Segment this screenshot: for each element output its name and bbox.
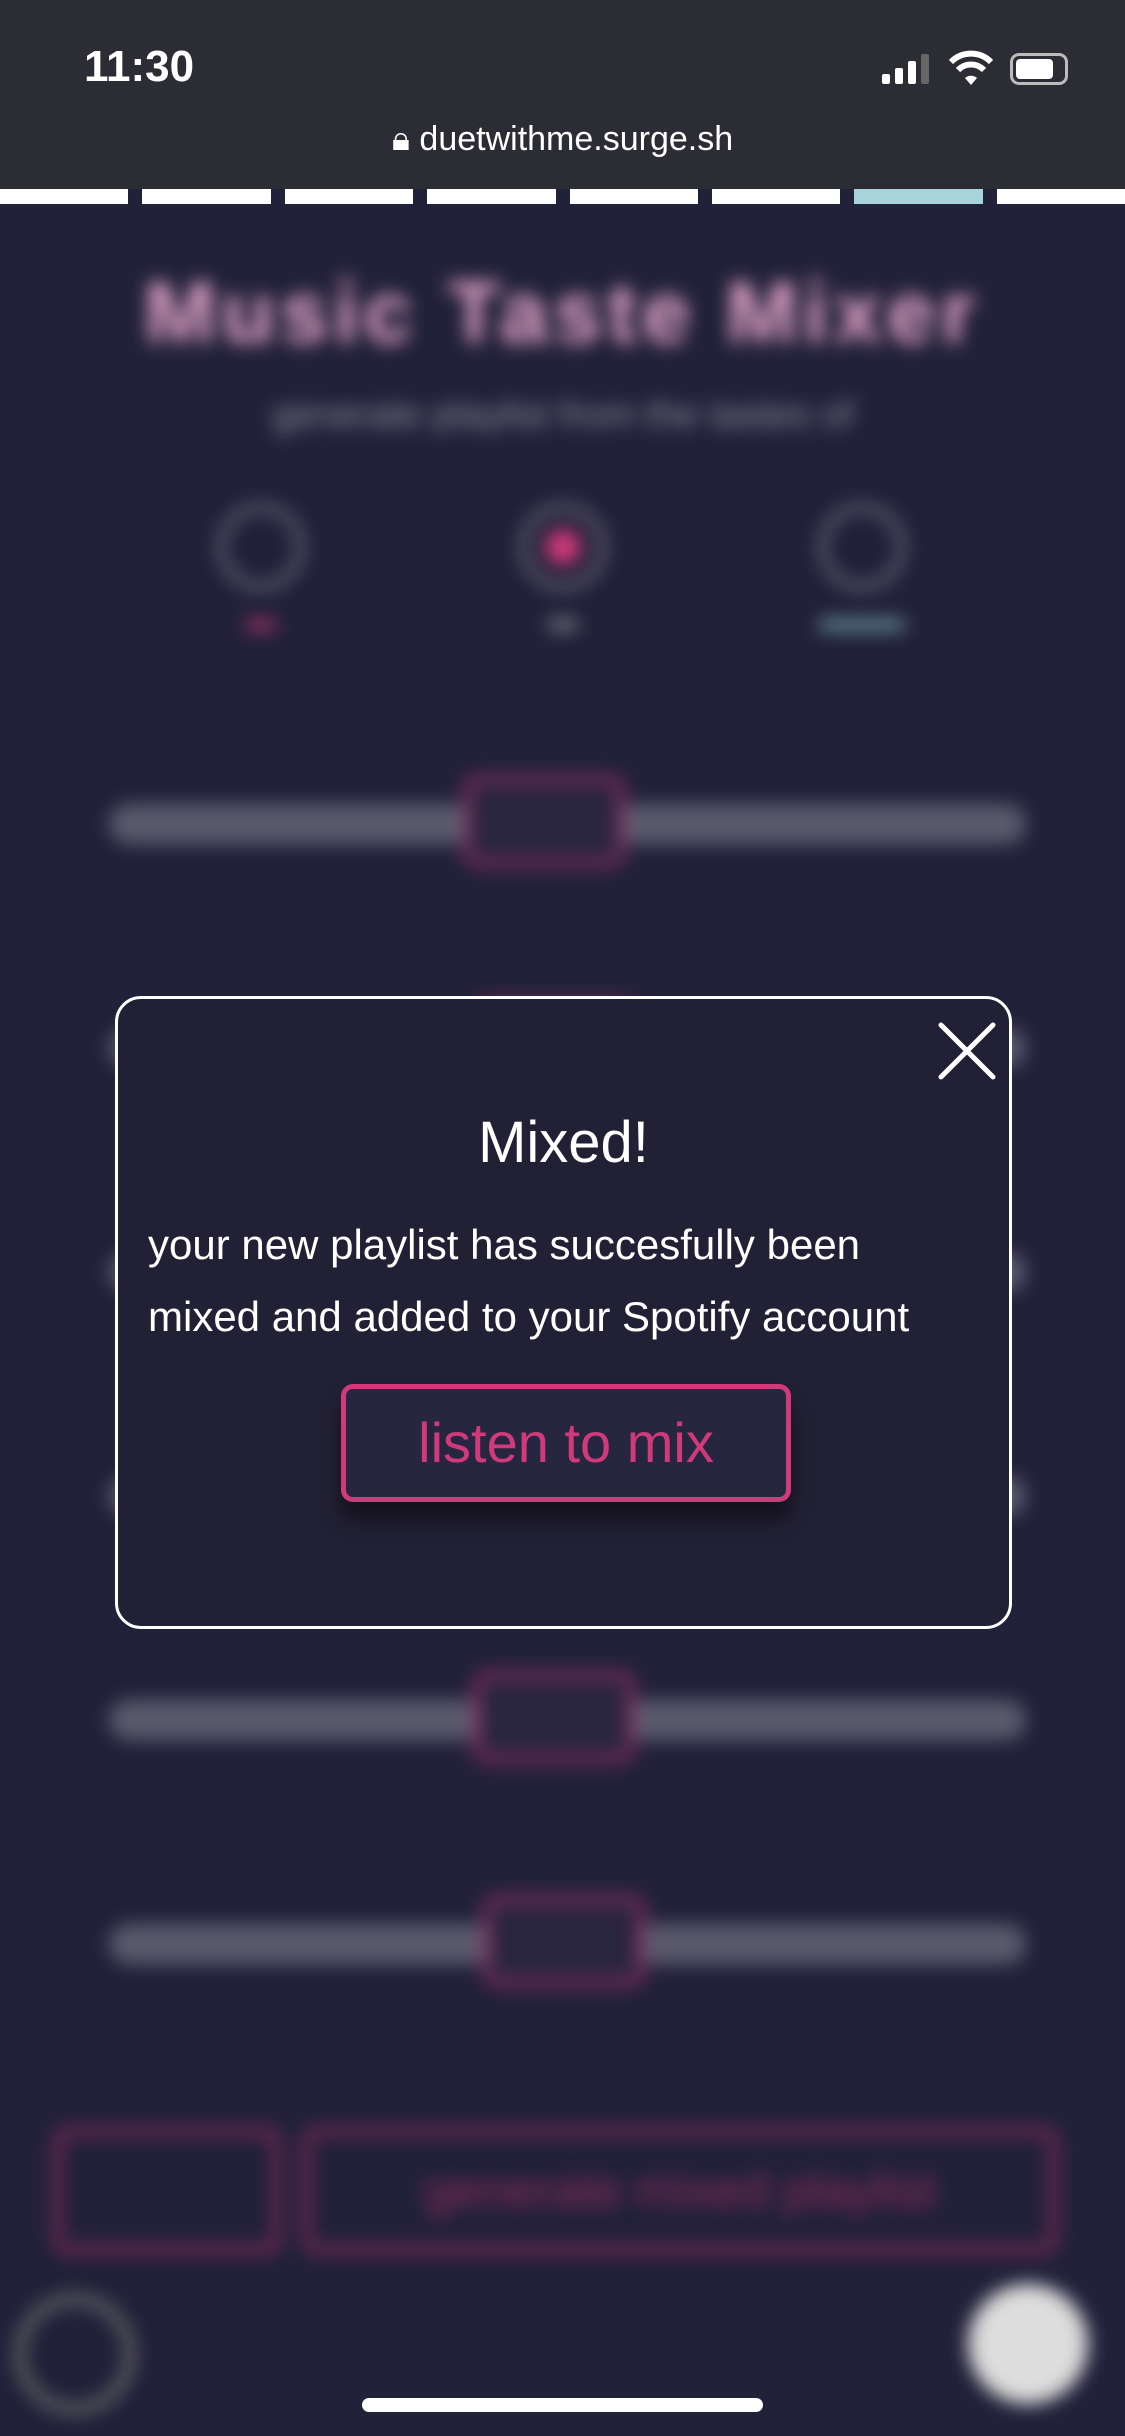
radio-option-3 xyxy=(819,504,905,590)
browser-status-bar: 11:30 🔒︎ duetwithme.surge.sh xyxy=(0,0,1125,189)
progress-segments xyxy=(0,189,1125,204)
listen-to-mix-button[interactable]: listen to mix xyxy=(341,1384,791,1502)
lock-icon: 🔒︎ xyxy=(391,120,410,158)
app-title: Music Taste Mixer xyxy=(144,265,981,361)
wifi-icon xyxy=(948,50,994,85)
cellular-signal-icon xyxy=(882,52,929,84)
radio-option-1 xyxy=(218,504,304,590)
help-icon xyxy=(968,2284,1088,2404)
radio-option-2 xyxy=(520,504,606,590)
home-indicator[interactable] xyxy=(362,2398,763,2412)
url-text: duetwithme.surge.sh xyxy=(419,120,734,158)
close-icon[interactable] xyxy=(935,1019,999,1083)
shuffle-button xyxy=(54,2128,280,2253)
modal-message: your new playlist has succesfully been m… xyxy=(148,1221,910,1340)
address-bar[interactable]: 🔒︎ duetwithme.surge.sh xyxy=(0,120,1125,159)
modal-title: Mixed! xyxy=(478,1110,649,1175)
radio-label-1: ▬ xyxy=(247,604,275,635)
generate-playlist-button: generate mixed playlist xyxy=(303,2128,1057,2253)
success-modal: Mixed! your new playlist has succesfully… xyxy=(115,996,1012,1629)
radio-label-3: ▬▬▬ xyxy=(820,604,904,635)
battery-icon xyxy=(1010,53,1068,85)
app-subtitle: generate playlist from the tastes of xyxy=(272,394,853,436)
undo-icon xyxy=(15,2294,135,2414)
radio-label-2: ▬ xyxy=(549,604,577,635)
clock: 11:30 xyxy=(84,42,195,91)
